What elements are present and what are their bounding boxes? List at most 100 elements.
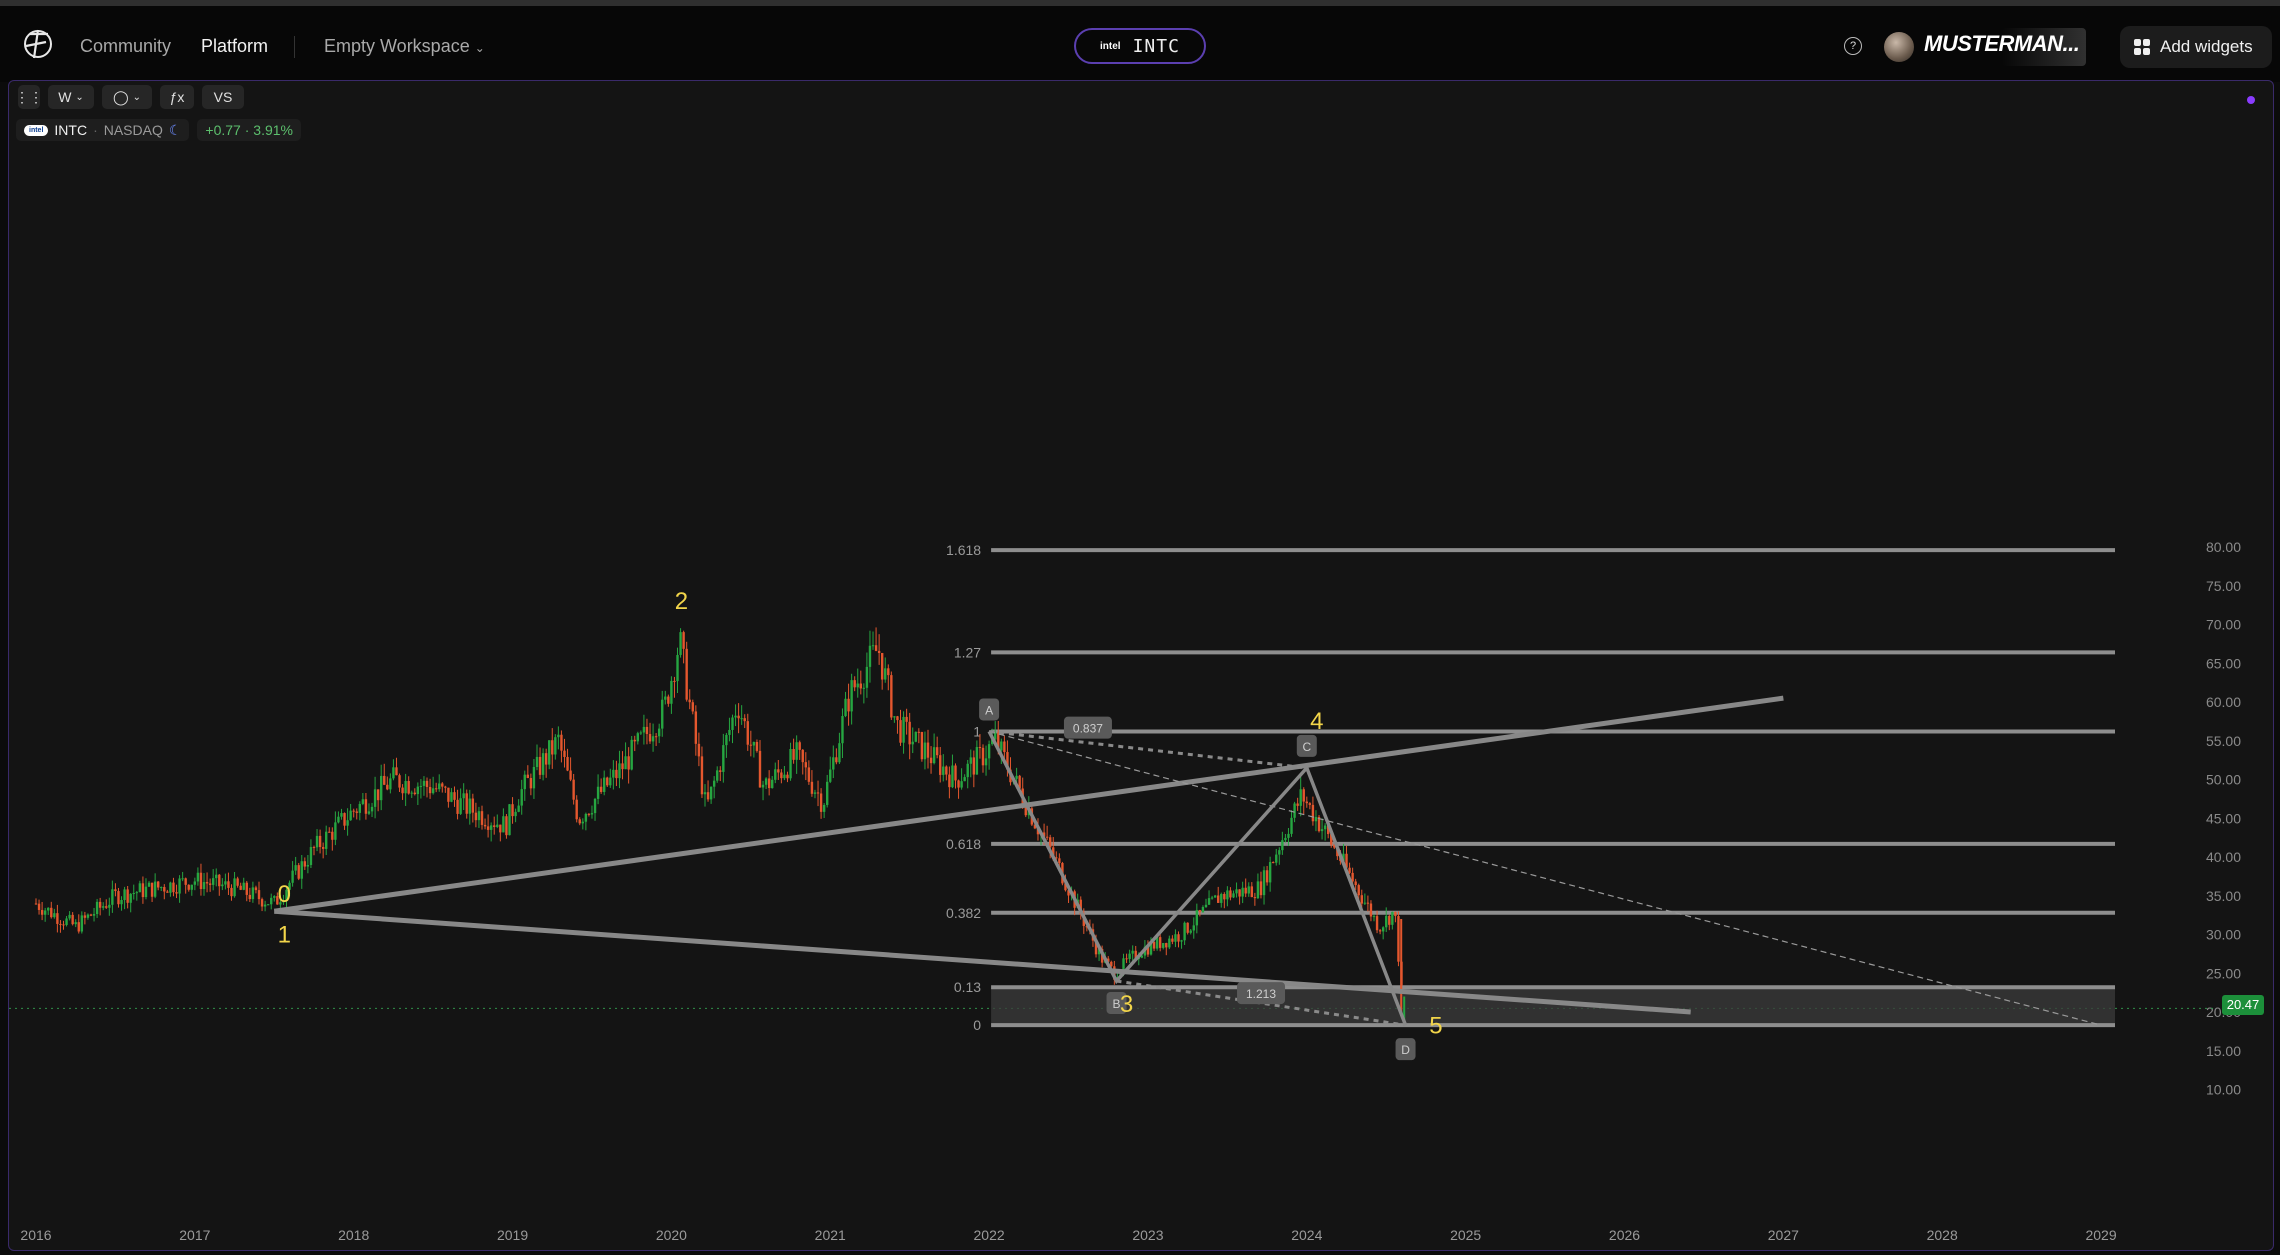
candle-body [960,781,963,788]
abcd-point-label: C [1302,740,1311,754]
candle-body [767,778,771,789]
candle-body [566,756,569,771]
candle-body [1192,925,1195,931]
ticker-selector[interactable]: intel INTC [1074,28,1206,64]
candle-body [40,909,44,915]
candle-body [676,654,679,682]
candle-body [141,883,145,898]
trendline [988,730,2102,1026]
candle-body [1232,893,1235,898]
candle-body [1378,930,1382,932]
candle-body [1299,789,1302,806]
candle-body [496,824,499,827]
username[interactable]: MUSTERMAN... [1924,31,2080,57]
candle-body [642,726,646,733]
nav-divider [294,36,295,58]
symbol-legend-box[interactable]: intel INTC · NASDAQ ☾ [16,119,190,141]
candle-body [606,777,609,786]
candle-body [780,772,783,779]
candle-body [74,922,77,925]
y-tick-label: 75.00 [2206,578,2241,594]
chevron-down-icon: ⌄ [75,91,84,103]
chart-type-selector[interactable]: ◯ ⌄ [102,85,152,109]
candle-body [343,813,346,826]
workspace-selector[interactable]: Empty Workspace ⌄ [324,36,485,57]
candle-body [1308,803,1312,805]
candle-body [1177,934,1180,942]
candle-body [1354,881,1357,886]
candle-body [193,881,197,885]
candle-body [196,872,200,882]
chart-widget[interactable]: 10.0015.0020.0025.0030.0035.0040.0045.00… [8,80,2274,1251]
candle-body [679,632,682,655]
candle-body [712,780,716,787]
candle-body [117,891,120,905]
interval-label: W [58,89,72,105]
y-tick-label: 60.00 [2206,694,2241,710]
candle-body [740,718,743,720]
candle-body [291,870,294,883]
market-closed-moon-icon: ☾ [168,121,182,138]
indicators-button[interactable]: ƒx [160,85,194,109]
y-tick-label: 40.00 [2206,849,2241,865]
candle-body [1238,889,1241,897]
fib-level-label: 0 [973,1017,981,1033]
candle-body [431,788,435,794]
candle-body [774,769,777,780]
x-tick-label: 2025 [1450,1227,1481,1243]
add-widgets-label: Add widgets [2160,37,2253,56]
candle-body [752,741,756,746]
candle-body [963,777,966,782]
candle-body [361,799,365,804]
candle-body [560,734,563,751]
chevron-down-icon: ⌄ [132,91,141,103]
help-icon[interactable]: ? [1844,37,1862,55]
legend-dot: · [93,122,98,138]
candle-body [358,803,362,813]
price-chart[interactable]: 10.0015.0020.0025.0030.0035.0040.0045.00… [9,81,2273,1250]
candle-body [1271,862,1275,864]
candle-body [132,893,135,895]
candle-body [535,756,539,768]
candle-body [792,748,795,760]
chevron-down-icon: ⌄ [474,41,485,55]
candle-body [190,884,193,890]
candle-body [743,718,746,722]
candle-body [645,726,649,735]
candle-body [1369,903,1373,917]
candle-body [621,763,624,770]
candle-body [1287,833,1290,838]
nav-community[interactable]: Community [80,36,171,57]
candle-body [1385,915,1388,928]
platform-logo-icon[interactable] [18,24,58,64]
candle-body [1207,898,1211,905]
candle-body [538,756,542,775]
candle-body [328,831,331,833]
candle-body [706,792,710,800]
compare-button[interactable]: VS [202,85,244,109]
candle-body [563,750,566,757]
candle-body [1357,885,1360,896]
candle-body [135,892,139,894]
y-tick-label: 45.00 [2206,810,2241,826]
candle-body [835,757,838,763]
candle-body [670,680,673,704]
candle-body [266,904,270,906]
candle-body [239,885,242,890]
candle-body [270,897,273,905]
add-widgets-button[interactable]: Add widgets [2120,26,2272,68]
nav-platform[interactable]: Platform [201,36,268,57]
drag-handle-icon[interactable]: ⋮⋮ [15,85,43,109]
candles-icon: ◯ [113,88,129,105]
candle-body [1296,803,1299,806]
candle-body [459,798,462,814]
candle-body [630,739,633,770]
candle-body [685,648,688,700]
candle-body [923,742,927,760]
wave-label: 0 [278,881,291,908]
avatar[interactable] [1884,32,1914,62]
candle-body [111,889,114,905]
interval-selector[interactable]: W ⌄ [48,85,94,109]
candle-body [53,913,56,918]
candle-body [401,787,404,794]
